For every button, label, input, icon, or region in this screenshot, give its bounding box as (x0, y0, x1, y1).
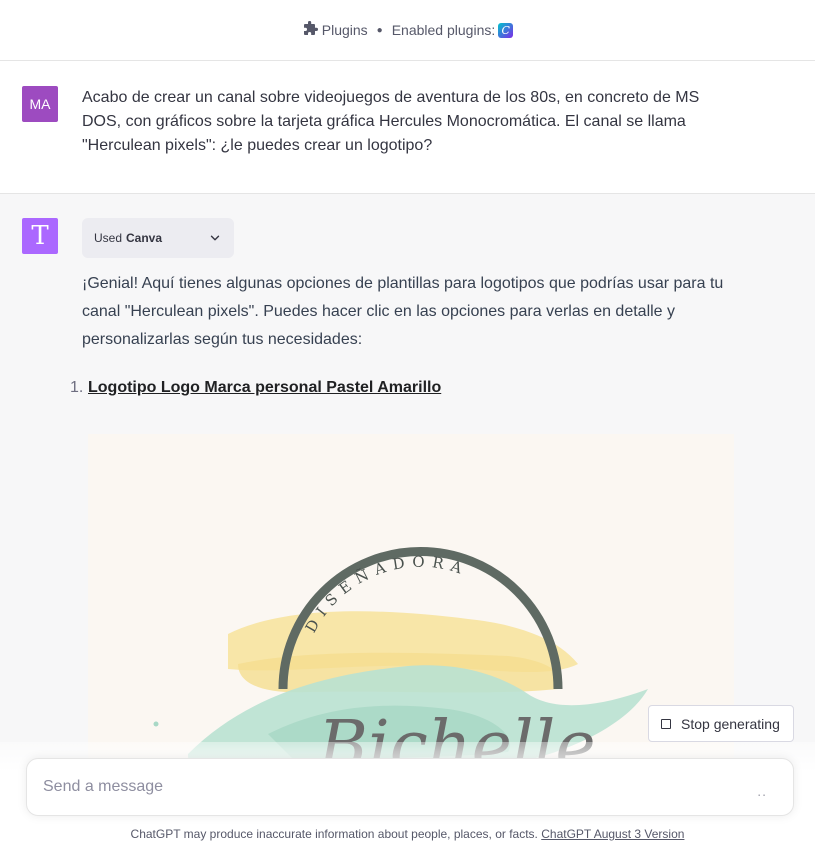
typing-indicator-icon: .. (757, 783, 767, 799)
message-input-placeholder: Send a message (43, 778, 164, 795)
footer-disclaimer: ChatGPT may produce inaccurate informati… (0, 827, 815, 841)
list-item: 1. Logotipo Logo Marca personal Pastel A… (70, 374, 441, 402)
stop-generating-button[interactable]: Stop generating (648, 705, 794, 742)
user-message: MA Acabo de crear un canal sobre videoju… (0, 61, 815, 194)
disclaimer-text: ChatGPT may produce inaccurate informati… (130, 827, 538, 841)
version-link[interactable]: ChatGPT August 3 Version (541, 827, 684, 841)
chevron-down-icon (210, 235, 220, 241)
enabled-plugins-label: Enabled plugins: (391, 22, 496, 38)
assistant-message-text: ¡Genial! Aquí tienes algunas opciones de… (82, 275, 724, 348)
template-link[interactable]: Logotipo Logo Marca personal Pastel Amar… (88, 374, 441, 402)
list-number: 1. (70, 379, 84, 396)
user-avatar: MA (22, 86, 58, 122)
plugin-used-prefix: Used (94, 231, 123, 245)
plugin-used-toggle[interactable]: Used Canva (82, 218, 234, 258)
canva-icon[interactable]: C (498, 22, 514, 38)
puzzle-icon (302, 20, 318, 40)
user-message-text: Acabo de crear un canal sobre videojuego… (82, 89, 700, 154)
plugin-used-name: Canva (126, 231, 163, 245)
plugins-label: Plugins (321, 22, 368, 38)
plugins-header: Plugins ● Enabled plugins: C (0, 0, 815, 61)
stop-generating-label: Stop generating (681, 715, 780, 732)
message-input[interactable]: Send a message .. (26, 758, 794, 816)
separator-dot: ● (376, 24, 383, 36)
assistant-avatar: T (22, 218, 58, 254)
stop-icon (661, 718, 671, 729)
